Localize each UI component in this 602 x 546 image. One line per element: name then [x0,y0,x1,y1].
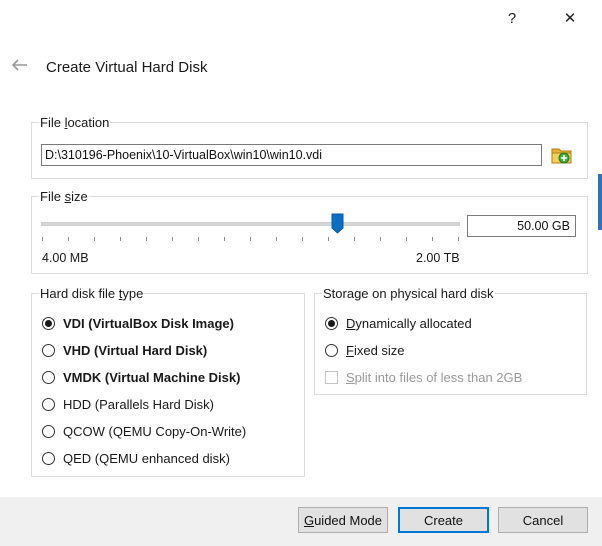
slider-tick [250,237,251,241]
slider-tick [406,237,407,241]
file-size-input[interactable] [467,215,576,237]
disk-type-option[interactable]: VHD (Virtual Hard Disk) [42,341,207,359]
slider-tick [120,237,121,241]
disk-type-option[interactable]: HDD (Parallels Hard Disk) [42,395,214,413]
slider-tick [146,237,147,241]
folder-browse-icon[interactable] [549,143,575,167]
close-button[interactable]: ✕ [556,8,584,30]
slider-tick [198,237,199,241]
slider-tick [432,237,433,241]
window-edge-accent [598,174,602,230]
file-size-slider-track[interactable] [41,222,460,226]
disk-type-option[interactable]: QED (QEMU enhanced disk) [42,449,230,467]
file-size-slider-thumb[interactable] [331,213,344,234]
radio-indicator[interactable] [42,424,55,438]
radio-dynamic-label: Dynamically allocated [346,315,472,331]
radio-fixed-label: Fixed size [346,342,405,358]
disk-type-option-label: VHD (Virtual Hard Disk) [63,342,208,358]
file-location-input[interactable] [41,144,542,166]
storage-label: Storage on physical hard disk [322,286,495,301]
cancel-button[interactable]: Cancel [498,507,588,533]
disk-type-label: Hard disk file type [39,286,145,301]
disk-type-option-label: HDD (Parallels Hard Disk) [63,396,214,412]
disk-type-option-label: QCOW (QEMU Copy-On-Write) [63,423,247,439]
dialog-title: Create Virtual Hard Disk [46,59,208,76]
disk-type-option-label: VMDK (Virtual Machine Disk) [63,369,241,385]
slider-tick [172,237,173,241]
slider-tick [380,237,381,241]
disk-type-option[interactable]: VMDK (Virtual Machine Disk) [42,368,240,386]
arrow-left-icon[interactable] [9,57,29,73]
radio-indicator[interactable] [42,397,55,411]
file-size-max-label: 2.00 TB [416,251,460,265]
file-size-min-label: 4.00 MB [42,251,89,265]
radio-indicator[interactable] [42,370,55,384]
checkbox-split-indicator [325,370,338,384]
slider-tick [224,237,225,241]
file-size-label: File size [39,189,89,204]
slider-tick [68,237,69,241]
radio-dynamically-allocated[interactable]: Dynamically allocated [325,314,472,332]
disk-type-option[interactable]: VDI (VirtualBox Disk Image) [42,314,234,332]
checkbox-split-label: Split into files of less than 2GB [346,369,523,385]
radio-dynamic-indicator[interactable] [325,316,338,330]
slider-tick [42,237,43,241]
slider-tick [458,237,459,241]
file-location-label: File location [39,115,111,130]
disk-type-option-label: QED (QEMU enhanced disk) [63,450,230,466]
slider-tick [302,237,303,241]
create-button[interactable]: Create [398,507,489,533]
radio-indicator[interactable] [42,316,55,330]
radio-indicator[interactable] [42,343,55,357]
radio-fixed-indicator[interactable] [325,343,338,357]
disk-type-option-label: VDI (VirtualBox Disk Image) [63,315,234,331]
help-button[interactable]: ? [498,8,526,30]
radio-fixed-size[interactable]: Fixed size [325,341,405,359]
slider-tick [328,237,329,241]
disk-type-option[interactable]: QCOW (QEMU Copy-On-Write) [42,422,246,440]
checkbox-split-files: Split into files of less than 2GB [325,368,522,386]
slider-tick [276,237,277,241]
slider-tick [94,237,95,241]
guided-mode-button[interactable]: Guided Mode [298,507,388,533]
radio-indicator[interactable] [42,451,55,465]
slider-tick [354,237,355,241]
